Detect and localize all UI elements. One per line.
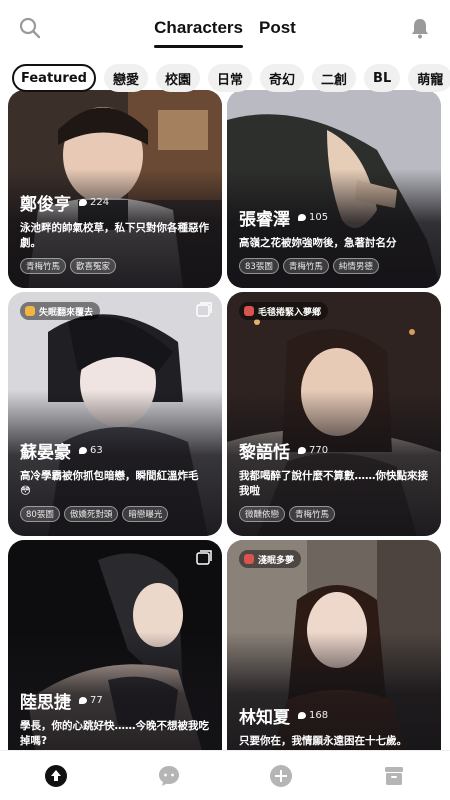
chip-daily[interactable]: 日常 xyxy=(207,64,252,92)
archive-icon[interactable] xyxy=(380,762,408,790)
character-name: 陸思捷 xyxy=(20,693,71,713)
character-name: 鄭俊亨 xyxy=(20,195,71,215)
mood-badge: 毛毯捲緊入夢鄉 xyxy=(239,302,329,320)
character-card[interactable]: 淺眠多夢 林知夏 168 只要你在，我情願永遠困在十七歲。 xyxy=(227,540,441,770)
character-name: 黎語恬 xyxy=(239,443,290,463)
name-row: 張睿澤 105 xyxy=(239,205,431,230)
character-description: 高嶺之花被妳強吻後，急著討名分 xyxy=(239,237,397,249)
mood-badge: 失眠翻來覆去 xyxy=(20,302,101,320)
mood-badge: 淺眠多夢 xyxy=(239,550,302,568)
tag-list: 80張圖 傲嬌死對頭 暗戀曝光 xyxy=(20,506,212,522)
top-header: Characters Post xyxy=(0,0,450,58)
moon-icon xyxy=(25,306,35,316)
tag[interactable]: 青梅竹馬 xyxy=(289,506,336,522)
name-row: 黎語恬 770 xyxy=(239,438,431,463)
chat-bubble-icon xyxy=(298,447,306,454)
character-name: 張睿澤 xyxy=(239,210,290,230)
create-icon[interactable] xyxy=(267,762,295,790)
tab-characters[interactable]: Characters xyxy=(154,18,243,48)
chat-icon[interactable] xyxy=(155,762,183,790)
gallery-icon[interactable] xyxy=(196,302,212,318)
chip-featured[interactable]: Featured xyxy=(12,64,96,92)
category-chips: Featured 戀愛 校園 日常 奇幻 二創 BL 萌寵 xyxy=(12,64,450,92)
character-card[interactable]: 毛毯捲緊入夢鄉 黎語恬 770 我都喝醉了說什麼不算數……你快點來接我啦 微醺依… xyxy=(227,292,441,536)
card-info: 林知夏 168 只要你在，我情願永遠困在十七歲。 xyxy=(239,703,431,756)
chat-count-value: 105 xyxy=(309,212,329,223)
character-card[interactable]: 張睿澤 105 高嶺之花被妳強吻後，急著討名分 83張圖 青梅竹馬 純情男德 xyxy=(227,90,441,288)
chat-count-value: 224 xyxy=(90,197,110,208)
app-screen: Characters Post Featured 戀愛 校園 日常 奇幻 二創 … xyxy=(0,0,450,800)
name-row: 蘇晏豪 63 xyxy=(20,438,212,463)
tag[interactable]: 歡喜冤家 xyxy=(70,258,117,274)
bottom-nav xyxy=(0,750,450,800)
tag[interactable]: 青梅竹馬 xyxy=(282,258,329,274)
card-info: 蘇晏豪 63 高冷學霸被你抓包暗戀，瞬間紅溫炸毛 😳 80張圖 傲嬌死對頭 暗戀… xyxy=(20,438,212,522)
tag-list: 青梅竹馬 歡喜冤家 xyxy=(20,258,212,274)
mood-badge-label: 失眠翻來覆去 xyxy=(39,307,94,318)
tag[interactable]: 暗戀曝光 xyxy=(122,506,169,522)
chat-bubble-icon xyxy=(298,214,306,221)
chat-bubble-icon xyxy=(79,447,87,454)
chat-count: 63 xyxy=(79,445,103,456)
chat-count-value: 63 xyxy=(90,445,103,456)
tag-list: 微醺依戀 青梅竹馬 xyxy=(239,506,431,522)
chat-count: 168 xyxy=(298,710,328,721)
name-row: 陸思捷 77 xyxy=(20,688,212,713)
blanket-icon xyxy=(244,306,254,316)
chip-bl[interactable]: BL xyxy=(364,64,401,92)
tag[interactable]: 83張圖 xyxy=(239,258,279,274)
card-info: 鄭俊亨 224 泳池畔的帥氣校草，私下只對你各種惡作劇。 青梅竹馬 歡喜冤家 xyxy=(20,190,212,274)
character-description: 學長，你的心跳好快……今晚不想被我吃掉嗎? xyxy=(20,720,209,747)
name-row: 鄭俊亨 224 xyxy=(20,190,212,215)
tab-post[interactable]: Post xyxy=(259,18,296,48)
bell-icon[interactable] xyxy=(406,14,434,42)
tag[interactable]: 傲嬌死對頭 xyxy=(63,506,119,522)
mood-badge-label: 毛毯捲緊入夢鄉 xyxy=(258,307,322,318)
chip-romance[interactable]: 戀愛 xyxy=(103,64,148,92)
character-name: 林知夏 xyxy=(239,708,290,728)
character-card[interactable]: 陸思捷 77 學長，你的心跳好快……今晚不想被我吃掉嗎? xyxy=(8,540,222,770)
chat-count: 224 xyxy=(79,197,109,208)
tag-list: 83張圖 青梅竹馬 純情男德 xyxy=(239,258,431,274)
character-description: 只要你在，我情願永遠困在十七歲。 xyxy=(239,735,407,747)
chat-bubble-icon xyxy=(298,712,306,719)
character-description: 泳池畔的帥氣校草，私下只對你各種惡作劇。 xyxy=(20,222,209,249)
character-card[interactable]: 鄭俊亨 224 泳池畔的帥氣校草，私下只對你各種惡作劇。 青梅竹馬 歡喜冤家 xyxy=(8,90,222,288)
chat-count-value: 168 xyxy=(309,710,329,721)
gallery-icon[interactable] xyxy=(196,550,212,566)
chat-count-value: 77 xyxy=(90,695,103,706)
card-info: 黎語恬 770 我都喝醉了說什麼不算數……你快點來接我啦 微醺依戀 青梅竹馬 xyxy=(239,438,431,522)
chip-campus[interactable]: 校園 xyxy=(155,64,200,92)
name-row: 林知夏 168 xyxy=(239,703,431,728)
tag[interactable]: 微醺依戀 xyxy=(239,506,286,522)
chat-count: 105 xyxy=(298,212,328,223)
tag[interactable]: 80張圖 xyxy=(20,506,60,522)
chip-fanfic[interactable]: 二創 xyxy=(312,64,357,92)
mood-badge-label: 淺眠多夢 xyxy=(258,555,295,566)
card-info: 張睿澤 105 高嶺之花被妳強吻後，急著討名分 83張圖 青梅竹馬 純情男德 xyxy=(239,205,431,274)
tag[interactable]: 純情男德 xyxy=(332,258,379,274)
tag[interactable]: 青梅竹馬 xyxy=(20,258,67,274)
card-info: 陸思捷 77 學長，你的心跳好快……今晚不想被我吃掉嗎? xyxy=(20,688,212,756)
chip-pets[interactable]: 萌寵 xyxy=(408,64,450,92)
character-description: 高冷學霸被你抓包暗戀，瞬間紅溫炸毛 😳 xyxy=(20,470,199,497)
character-name: 蘇晏豪 xyxy=(20,443,71,463)
chat-bubble-icon xyxy=(79,697,87,704)
chat-bubble-icon xyxy=(79,199,87,206)
character-card[interactable]: 失眠翻來覆去 蘇晏豪 63 高冷學霸被你抓包暗戀，瞬間紅溫炸毛 😳 80張圖 傲… xyxy=(8,292,222,536)
home-icon[interactable] xyxy=(42,762,70,790)
chat-count: 77 xyxy=(79,695,103,706)
character-description: 我都喝醉了說什麼不算數……你快點來接我啦 xyxy=(239,470,428,497)
sleep-icon xyxy=(244,554,254,564)
chat-count: 770 xyxy=(298,445,328,456)
chat-count-value: 770 xyxy=(309,445,329,456)
top-tabs: Characters Post xyxy=(0,18,450,48)
chip-fantasy[interactable]: 奇幻 xyxy=(260,64,305,92)
